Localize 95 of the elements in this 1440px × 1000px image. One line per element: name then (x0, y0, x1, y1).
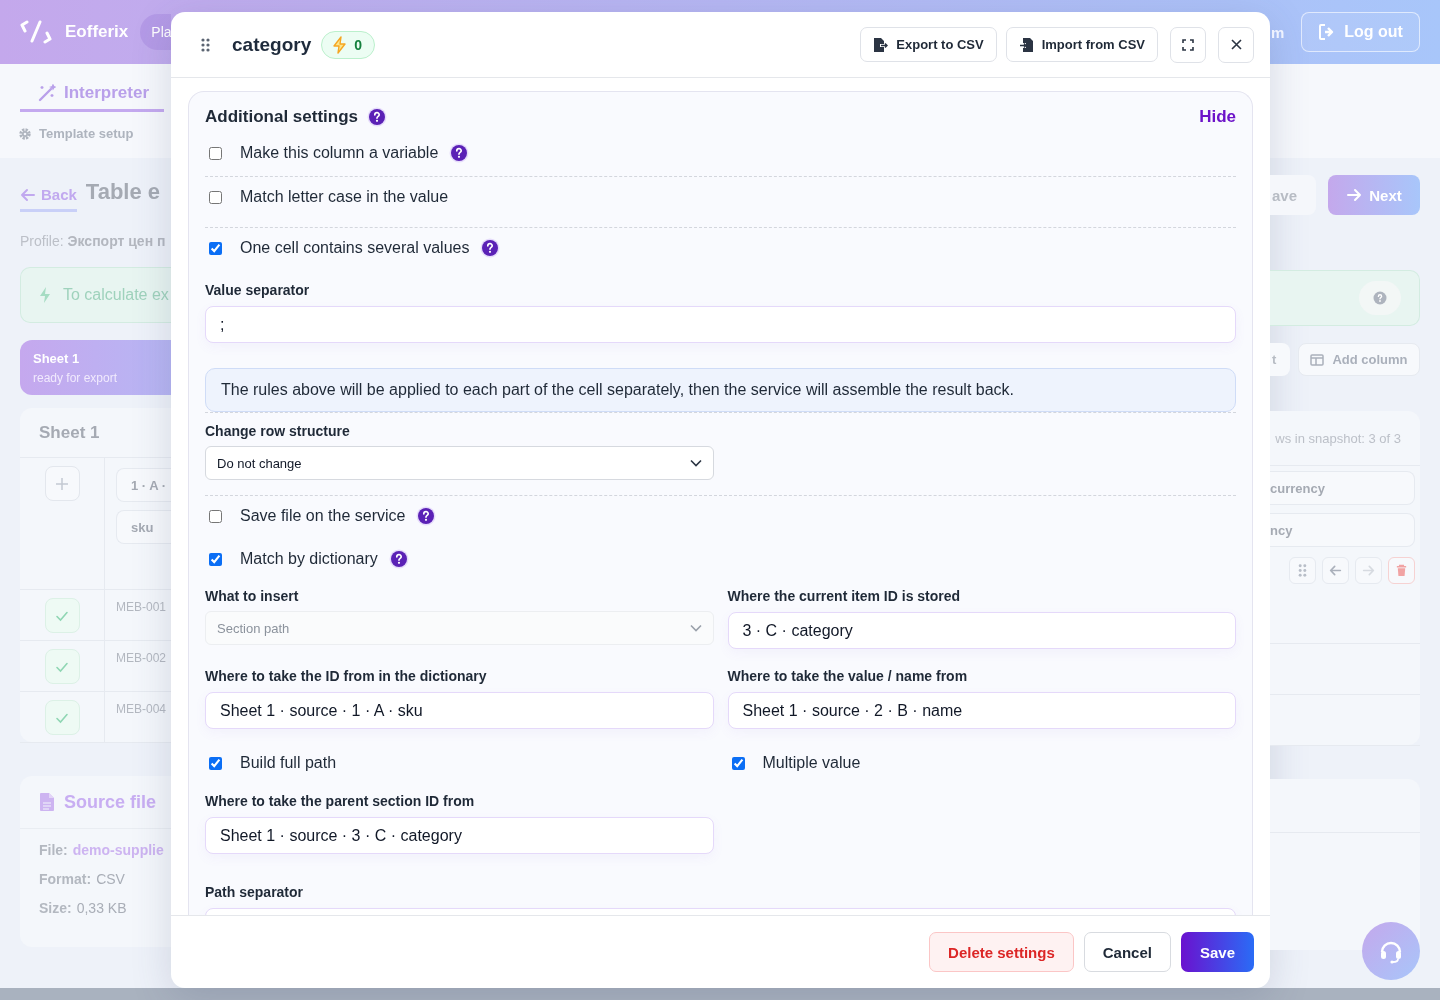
checkbox[interactable] (209, 552, 222, 566)
plus-icon (55, 476, 69, 491)
checkbox-label: Match by dictionary (240, 550, 378, 568)
column-chip[interactable]: 1 · A · (116, 468, 171, 502)
file-export-icon (873, 36, 889, 53)
logout-button[interactable]: Log out (1301, 12, 1420, 52)
sheet-tab-title: Sheet 1 (33, 350, 81, 366)
plan-button[interactable]: Pla (140, 14, 171, 50)
sheet-tab-status: ready for export (33, 370, 119, 385)
field-label: Format: (39, 871, 92, 887)
hint-text: To calculate ex (63, 286, 169, 304)
delete-button[interactable] (1388, 557, 1415, 584)
checkbox[interactable] (209, 756, 222, 770)
fullscreen-button[interactable] (1170, 26, 1206, 63)
table-cell-text: MEB-002 (116, 651, 168, 665)
checkbox[interactable] (209, 509, 222, 523)
field-label: Where the current item ID is stored (727, 588, 962, 606)
cancel-button[interactable]: Cancel (1083, 932, 1171, 972)
field-value: CSV (96, 871, 125, 887)
export-button[interactable]: Export to CSV (860, 27, 997, 62)
logo-text: Eofferix (65, 22, 129, 42)
info-note: The rules above will be applied to each part of the cell separately, then the service will assemble the result back. (205, 368, 1236, 412)
arrow-right-icon (1346, 187, 1363, 203)
field-label: Where to take the parent section ID from (205, 793, 476, 811)
input-field[interactable]: Sheet 1 · source · 1 · A · sku (205, 692, 714, 729)
delete-button[interactable]: Delete settings (929, 932, 1074, 972)
lightning-icon (38, 286, 52, 304)
back-link[interactable]: Back (20, 176, 77, 212)
section-title: Additional settings (205, 107, 358, 127)
page-title: Table e (85, 179, 161, 205)
table-cell-text: MEB-004 (116, 702, 168, 716)
column-chip[interactable]: currency (1270, 471, 1415, 505)
document-icon (39, 792, 55, 812)
import-button[interactable]: Import from CSV (1005, 27, 1158, 62)
file-link[interactable]: demo-supplie (72, 842, 164, 858)
table-icon (1310, 353, 1325, 366)
checkbox-label: Make this column a variable (240, 144, 439, 162)
trash-icon (1395, 564, 1408, 577)
field-label: Size: (39, 900, 72, 916)
checkbox-label: Match letter case in the value (240, 188, 449, 206)
badge-count: 0 (354, 36, 362, 53)
help-button[interactable] (1359, 281, 1401, 315)
checkbox[interactable] (731, 756, 745, 770)
logo-icon (20, 20, 52, 44)
field-value: 0,33 KB (76, 900, 127, 916)
field-label: What to insert (205, 588, 300, 606)
move-left-button[interactable] (1322, 557, 1349, 584)
checkbox-label: Build full path (240, 754, 337, 772)
toolbar-button[interactable]: t (1270, 343, 1290, 376)
drag-handle-icon (201, 37, 210, 52)
template-setup-link[interactable]: Template setup (39, 126, 134, 141)
field-label: Change row structure (205, 423, 351, 441)
field-label: Path separator (205, 884, 305, 902)
arrow-left-icon (20, 186, 36, 203)
nav-link[interactable]: m (1270, 23, 1285, 41)
checkbox-label: Multiple value (762, 754, 861, 772)
field-label: Where to take the value / name from (727, 668, 969, 686)
chevron-down-icon (689, 459, 702, 467)
card-title: Source file (64, 791, 157, 813)
arrow-right-icon (1362, 564, 1375, 577)
arrow-left-icon (1329, 564, 1342, 577)
input-field[interactable]: Sheet 1 · source · 3 · C · category (205, 817, 714, 854)
column-chip[interactable]: ncy (1270, 513, 1415, 547)
profile-value: Экспорт цен п (67, 233, 166, 249)
hide-link[interactable]: Hide (1199, 107, 1236, 127)
modal-title: category (232, 33, 312, 56)
field-label: File: (39, 842, 68, 858)
chevron-down-icon (689, 624, 702, 632)
dropdown[interactable]: Do not change (205, 446, 714, 480)
checkbox-label: One cell contains several values (240, 239, 470, 257)
interpreter-tab[interactable]: Interpreter (20, 64, 164, 112)
file-import-icon (1018, 36, 1034, 53)
checkbox[interactable] (209, 190, 222, 204)
close-button[interactable] (1218, 26, 1254, 63)
checkbox[interactable] (209, 241, 222, 255)
checkbox[interactable] (209, 146, 222, 160)
column-name[interactable]: sku (116, 510, 171, 544)
input-field[interactable]: Sheet 1 · source · 2 · B · name (727, 692, 1236, 729)
next-button[interactable]: Next (1328, 175, 1420, 215)
field-label: Value separator (205, 282, 311, 300)
checkbox-label: Save file on the service (240, 507, 406, 525)
expand-icon (1182, 38, 1194, 51)
wand-icon (38, 84, 56, 102)
table-cell-text: MEB-001 (116, 600, 168, 614)
help-icon (1373, 291, 1387, 305)
close-icon (1230, 39, 1242, 50)
add-column-button[interactable]: Add column (1298, 343, 1420, 376)
gear-icon (18, 126, 32, 141)
drag-handle-icon (1296, 564, 1309, 577)
field-label: Where to take the ID from in the dictionary (205, 668, 488, 686)
save-button[interactable]: ave (1270, 175, 1316, 215)
input-field[interactable]: 3 · C · category (727, 612, 1236, 649)
save-button[interactable]: Save (1180, 932, 1254, 972)
input-field[interactable]: ; (205, 306, 1236, 343)
sheet-tab[interactable]: Sheet 1 ready for export (20, 340, 171, 395)
